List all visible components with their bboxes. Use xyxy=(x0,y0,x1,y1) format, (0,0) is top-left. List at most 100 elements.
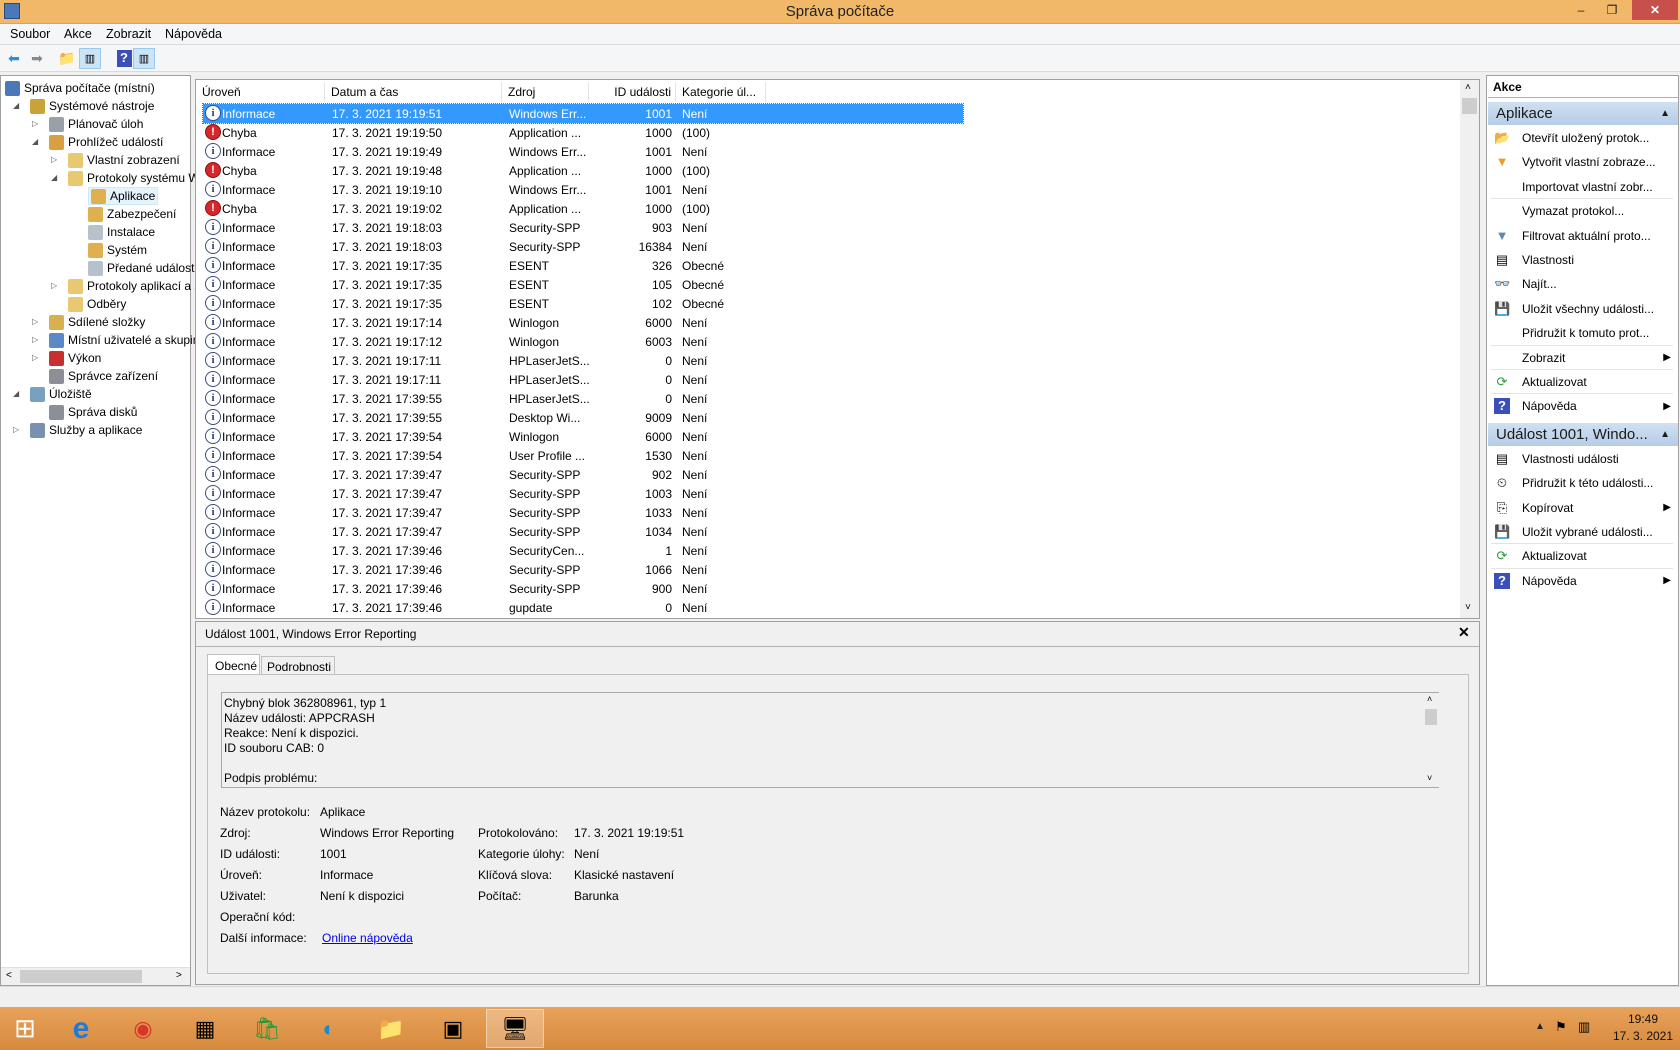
list-vertical-scrollbar[interactable]: ˄ ˅ xyxy=(1460,80,1479,618)
chrome-icon[interactable]: ◉ xyxy=(114,1009,172,1048)
edge-icon[interactable]: ◐ xyxy=(300,1009,358,1048)
expand-toggle-icon[interactable]: ▷ xyxy=(32,317,38,326)
scroll-up-icon[interactable]: ˄ xyxy=(1427,694,1432,704)
close-detail-icon[interactable]: ✕ xyxy=(1458,624,1470,641)
column-header-task-category[interactable]: Kategorie úl... xyxy=(676,82,766,102)
tree-item[interactable]: Místní uživatelé a skupiny xyxy=(49,331,205,349)
action-item[interactable]: ? Nápověda ▶ xyxy=(1491,394,1673,418)
action-item[interactable]: ▤ Vlastnosti události xyxy=(1491,447,1673,471)
table-row[interactable]: i Informace 17. 3. 2021 19:18:03 Security-S… xyxy=(203,237,963,256)
tree-item[interactable]: Instalace xyxy=(88,223,155,241)
column-header-source[interactable]: Zdroj xyxy=(502,82,589,102)
tree-item[interactable]: Předané události xyxy=(88,259,197,277)
up-folder-icon[interactable]: 📁 xyxy=(56,48,78,69)
tab-podrobnosti[interactable]: Podrobnosti xyxy=(261,656,335,675)
table-row[interactable]: i Informace 17. 3. 2021 17:39:47 Security-S… xyxy=(203,522,963,541)
table-row[interactable]: i Informace 17. 3. 2021 19:19:51 Windows Er… xyxy=(202,103,964,124)
action-item[interactable]: Přidružit k tomuto prot... xyxy=(1491,321,1673,345)
action-item[interactable]: ⟳ Aktualizovat xyxy=(1491,544,1673,568)
expand-toggle-icon[interactable]: ▷ xyxy=(13,425,19,434)
show-hide-tree-icon[interactable]: ▥ xyxy=(79,48,101,69)
column-header-datetime[interactable]: Datum a čas xyxy=(325,82,502,102)
table-row[interactable]: i Informace 17. 3. 2021 17:39:54 Winlogon 60… xyxy=(203,427,963,446)
menu-akce[interactable]: Akce xyxy=(64,27,92,41)
expand-toggle-icon[interactable]: ▷ xyxy=(32,335,38,344)
control-panel-icon[interactable]: ▦ xyxy=(176,1009,234,1048)
action-section-header[interactable]: Událost 1001, Windo... ▲ xyxy=(1488,422,1678,446)
tree-item[interactable]: Plánovač úloh xyxy=(49,115,143,133)
table-row[interactable]: i Informace 17. 3. 2021 19:17:12 Winlogon 60… xyxy=(203,332,963,351)
tab-obecne[interactable]: Obecné xyxy=(207,654,260,675)
description-scrollbar[interactable]: ˄ ˅ xyxy=(1423,693,1439,787)
table-row[interactable]: i Informace 17. 3. 2021 19:17:35 ESENT 102 Ob… xyxy=(203,294,963,313)
table-row[interactable]: ! Chyba 17. 3. 2021 19:19:50 Application ..… xyxy=(203,123,963,142)
action-item[interactable]: 👓 Najít... xyxy=(1491,272,1673,296)
tree-item[interactable]: Výkon xyxy=(49,349,101,367)
scroll-thumb[interactable] xyxy=(20,970,142,983)
table-row[interactable]: i Informace 17. 3. 2021 17:39:46 Security-S… xyxy=(203,579,963,598)
table-row[interactable]: i Informace 17. 3. 2021 19:17:35 ESENT 105 Ob… xyxy=(203,275,963,294)
windows-start-icon[interactable]: ⊞ xyxy=(0,1009,50,1048)
table-row[interactable]: i Informace 17. 3. 2021 19:17:11 HPLaserJet… xyxy=(203,351,963,370)
collapse-icon[interactable]: ▲ xyxy=(1660,102,1670,125)
close-button[interactable]: ✕ xyxy=(1632,0,1678,20)
table-row[interactable]: i Informace 17. 3. 2021 19:17:35 ESENT 326 Ob… xyxy=(203,256,963,275)
table-row[interactable]: i Informace 17. 3. 2021 17:39:46 Security-S… xyxy=(203,560,963,579)
tree-item[interactable]: Odběry xyxy=(68,295,126,313)
menu-napoveda[interactable]: Nápověda xyxy=(165,27,222,41)
table-row[interactable]: i Informace 17. 3. 2021 19:17:14 Winlogon 60… xyxy=(203,313,963,332)
expand-toggle-icon[interactable]: ▷ xyxy=(32,119,38,128)
tree-item[interactable]: Služby a aplikace xyxy=(30,421,142,439)
action-item[interactable]: ⟳ Aktualizovat xyxy=(1491,370,1673,394)
action-item[interactable]: ⏲ Přidružit k této události... xyxy=(1491,471,1673,495)
description-textbox[interactable]: Chybný blok 362808961, typ 1 Název událos… xyxy=(221,692,1439,788)
table-row[interactable]: i Informace 17. 3. 2021 17:39:47 Security-S… xyxy=(203,465,963,484)
action-item[interactable]: ▼ Filtrovat aktuální proto... xyxy=(1491,224,1673,248)
tree-item[interactable]: Zabezpečení xyxy=(88,205,176,223)
column-header-event-id[interactable]: ID události xyxy=(589,82,676,102)
table-row[interactable]: i Informace 17. 3. 2021 17:39:55 Desktop Wi… xyxy=(203,408,963,427)
table-row[interactable]: i Informace 17. 3. 2021 19:18:03 Security-S… xyxy=(203,218,963,237)
action-item[interactable]: ▤ Vlastnosti xyxy=(1491,248,1673,272)
expand-toggle-icon[interactable]: ▷ xyxy=(32,353,38,362)
table-row[interactable]: i Informace 17. 3. 2021 17:39:47 Security-S… xyxy=(203,484,963,503)
table-row[interactable]: i Informace 17. 3. 2021 17:39:54 User Profi… xyxy=(203,446,963,465)
table-row[interactable]: i Informace 17. 3. 2021 19:19:10 Windows Er… xyxy=(203,180,963,199)
table-row[interactable]: ! Chyba 17. 3. 2021 19:19:48 Application ..… xyxy=(203,161,963,180)
menu-zobrazit[interactable]: Zobrazit xyxy=(106,27,151,41)
tree-item[interactable]: Správa počítače (místní) xyxy=(5,79,155,97)
back-icon[interactable]: ⬅ xyxy=(3,48,25,69)
table-row[interactable]: i Informace 17. 3. 2021 17:39:55 HPLaserJet… xyxy=(203,389,963,408)
scroll-right-icon[interactable]: > xyxy=(176,970,182,981)
scroll-thumb[interactable] xyxy=(1425,709,1437,725)
computer-management-icon[interactable]: 🖥 xyxy=(486,1009,544,1048)
expand-toggle-icon[interactable]: ▷ xyxy=(51,281,57,290)
action-item[interactable]: Importovat vlastní zobr... xyxy=(1491,175,1673,199)
network-icon[interactable]: ▥ xyxy=(1578,1019,1590,1035)
action-item[interactable]: ⎘ Kopírovat ▶ xyxy=(1491,496,1673,520)
tree-item[interactable]: Úložiště xyxy=(30,385,92,403)
tree-item[interactable]: Vlastní zobrazení xyxy=(68,151,180,169)
action-item[interactable]: 💾 Uložit všechny události... xyxy=(1491,297,1673,321)
table-row[interactable]: i Informace 17. 3. 2021 19:17:11 HPLaserJet… xyxy=(203,370,963,389)
action-item[interactable]: Zobrazit ▶ xyxy=(1491,346,1673,370)
table-row[interactable]: i Informace 17. 3. 2021 17:39:47 Security-S… xyxy=(203,503,963,522)
tree-item[interactable]: Prohlížeč událostí xyxy=(49,133,163,151)
action-item[interactable]: 📂 Otevřít uložený protok... xyxy=(1491,126,1673,150)
action-item[interactable]: Vymazat protokol... xyxy=(1491,199,1673,223)
internet-explorer-icon[interactable]: e xyxy=(52,1009,110,1048)
minimize-button[interactable]: – xyxy=(1567,0,1595,20)
action-item[interactable]: ▼ Vytvořit vlastní zobraze... xyxy=(1491,150,1673,174)
tree-item[interactable]: Správa disků xyxy=(49,403,137,421)
tree-item[interactable]: Správce zařízení xyxy=(49,367,158,385)
column-header-level[interactable]: Úroveň xyxy=(196,82,325,102)
action-item[interactable]: ? Nápověda ▶ xyxy=(1491,569,1673,593)
tree-item[interactable]: Systémové nástroje xyxy=(30,97,154,115)
table-row[interactable]: i Informace 17. 3. 2021 17:39:46 gupdate 0 Ne… xyxy=(203,598,963,617)
scroll-down-icon[interactable]: ˅ xyxy=(1465,602,1471,613)
table-row[interactable]: ! Chyba 17. 3. 2021 19:19:02 Application ..… xyxy=(203,199,963,218)
table-row[interactable]: i Informace 17. 3. 2021 19:19:49 Windows Er… xyxy=(203,142,963,161)
store-icon[interactable]: 🛍 xyxy=(238,1009,296,1048)
action-section-header[interactable]: Aplikace ▲ xyxy=(1488,102,1678,125)
table-row[interactable]: i Informace 17. 3. 2021 17:39:46 SecurityCe… xyxy=(203,541,963,560)
